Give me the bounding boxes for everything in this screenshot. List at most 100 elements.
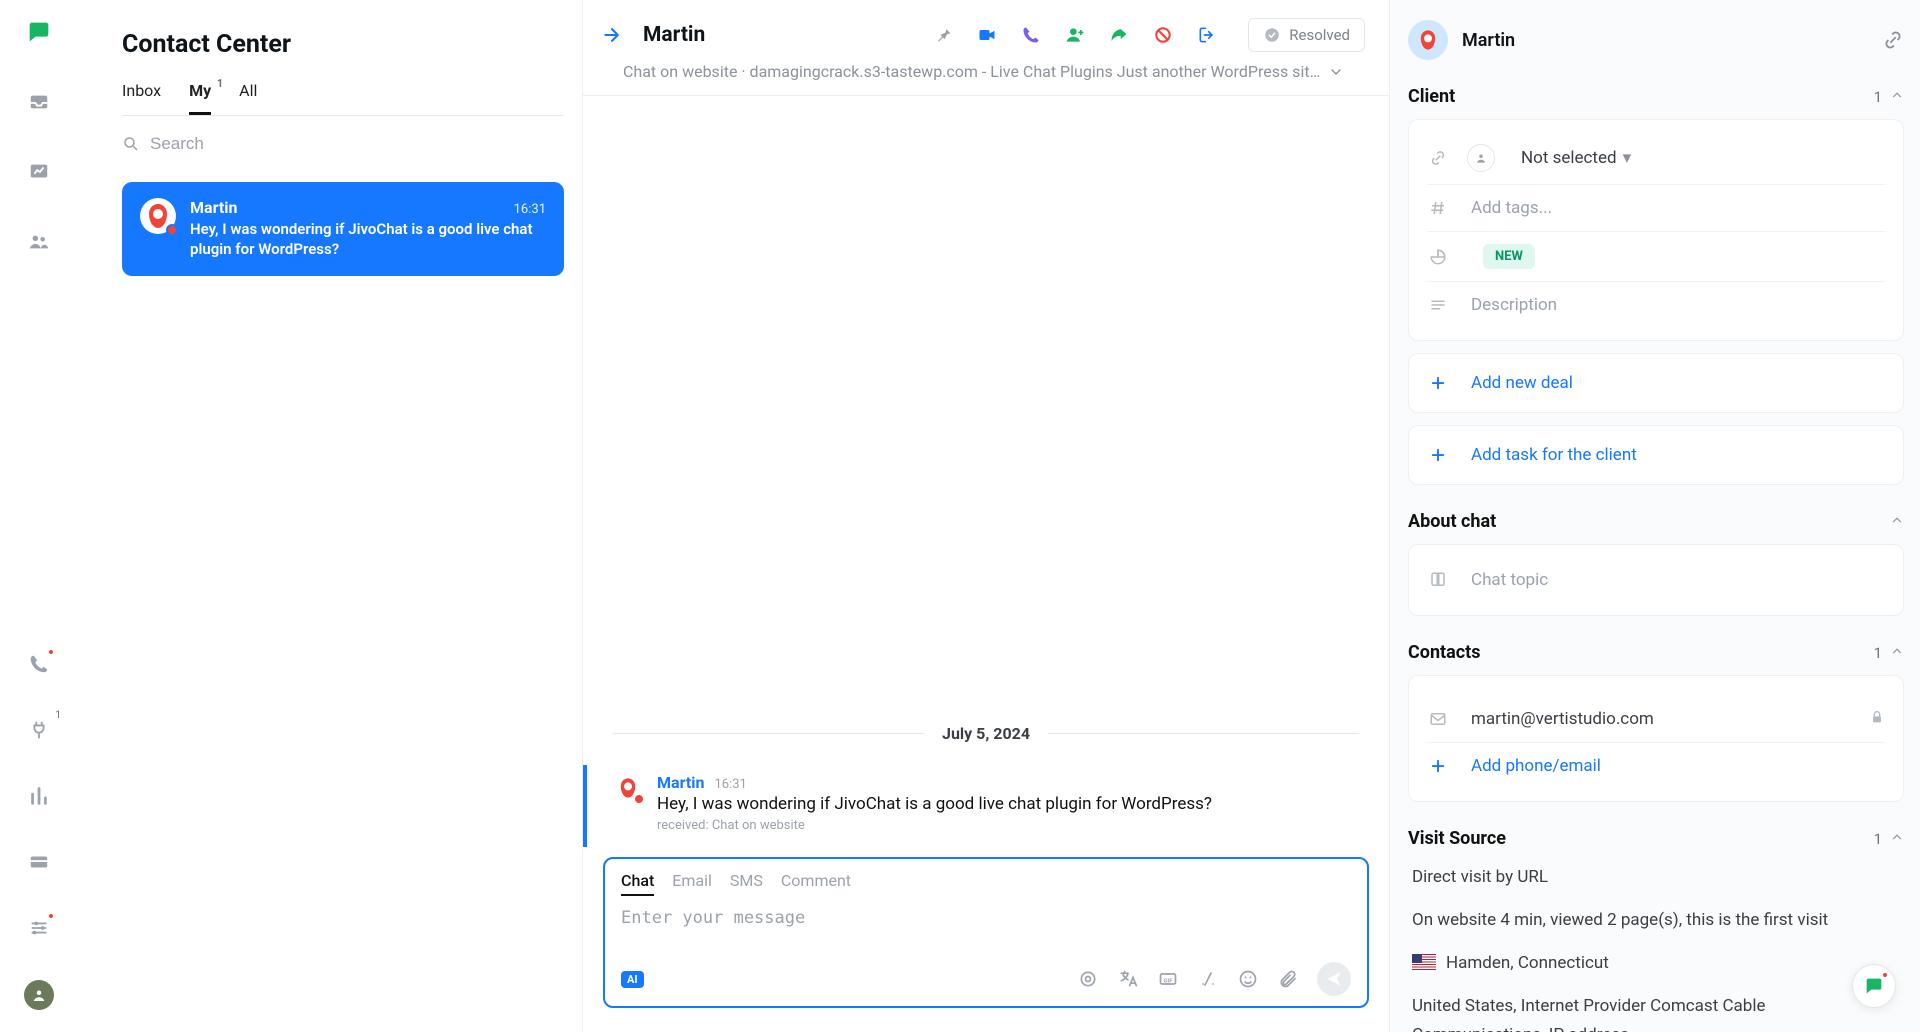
plus-icon (1427, 755, 1449, 777)
avatar (140, 198, 176, 234)
visit-direct: Direct visit by URL (1412, 863, 1900, 892)
ban-icon[interactable] (1152, 24, 1174, 46)
copy-link-icon[interactable] (1882, 29, 1904, 51)
info-panel: Martin Client 1 Not selected▾ Add tags..… (1390, 0, 1920, 1032)
section-title: About chat (1408, 511, 1882, 532)
section-title: Visit Source (1408, 828, 1866, 849)
plus-icon (1427, 444, 1449, 466)
conv-time: 16:31 (514, 202, 546, 217)
chat-source-dropdown[interactable]: Chat on website · damagingcrack.s3-taste… (583, 62, 1389, 96)
chevron-up-icon (1890, 644, 1904, 658)
book-icon (1427, 569, 1449, 591)
back-button[interactable] (597, 20, 627, 50)
add-contact-label: Add phone/email (1471, 756, 1601, 776)
rail-people-icon[interactable] (25, 228, 53, 256)
flag-us-icon (1412, 954, 1436, 970)
quick-reply-icon[interactable] (1197, 968, 1219, 990)
composer: Chat Email SMS Comment AI (603, 857, 1369, 1008)
message-text: Hey, I was wondering if JivoChat is a go… (657, 794, 1212, 814)
section-visit: Visit Source 1 Direct visit by URL On we… (1408, 828, 1904, 1032)
search-box[interactable] (122, 134, 564, 154)
forward-icon[interactable] (1108, 24, 1130, 46)
send-button[interactable] (1317, 962, 1351, 996)
email-row[interactable]: martin@vertistudio.com (1427, 688, 1885, 742)
composer-tab-sms[interactable]: SMS (730, 871, 763, 896)
status-row[interactable]: NEW (1427, 231, 1885, 281)
mail-icon (1427, 708, 1449, 730)
info-header: Martin (1408, 20, 1904, 60)
rail-dashboard-icon[interactable] (25, 158, 53, 186)
add-task-label: Add task for the client (1471, 445, 1637, 465)
avatar (1408, 20, 1448, 60)
rail-integrations-icon[interactable]: 1 (25, 716, 53, 744)
video-call-icon[interactable] (976, 24, 998, 46)
contacts-card: martin@vertistudio.com Add phone/email (1408, 675, 1904, 802)
chat-panel: Martin Resolved Chat on website · damagi… (582, 0, 1390, 1032)
chat-header: Martin Resolved (583, 0, 1389, 62)
chat-widget-button[interactable] (1852, 964, 1896, 1008)
chat-topic-row[interactable]: Chat topic (1427, 557, 1885, 603)
avatar (613, 773, 643, 803)
chevron-down-icon (1328, 64, 1344, 80)
add-contact-button[interactable]: Add phone/email (1427, 742, 1885, 789)
conversation-item[interactable]: Martin 16:31 Hey, I was wondering if Jiv… (122, 182, 564, 276)
pin-icon[interactable] (932, 24, 954, 46)
message: Martin 16:31 Hey, I was wondering if Jiv… (583, 765, 1359, 847)
visit-details: Direct visit by URL On website 4 min, vi… (1408, 849, 1904, 1032)
add-task-button[interactable]: Add task for the client (1408, 425, 1904, 485)
tags-row[interactable]: Add tags... (1427, 184, 1885, 231)
composer-tab-email[interactable]: Email (672, 871, 712, 896)
lock-icon (1869, 709, 1885, 729)
rail-phone-icon[interactable] (25, 650, 53, 678)
leave-chat-icon[interactable] (1196, 24, 1218, 46)
cc-tabs: Inbox My 1 All (122, 81, 564, 116)
gif-icon[interactable] (1157, 968, 1179, 990)
ai-badge[interactable]: AI (621, 971, 644, 988)
composer-tab-chat[interactable]: Chat (621, 871, 654, 896)
date-separator: July 5, 2024 (613, 724, 1359, 743)
composer-tab-comment[interactable]: Comment (781, 871, 851, 896)
notification-dot (47, 648, 55, 656)
tab-inbox[interactable]: Inbox (122, 81, 161, 115)
visit-provider: United States, Internet Provider Comcast… (1412, 992, 1900, 1032)
search-input[interactable] (150, 134, 564, 154)
logo-icon[interactable] (25, 18, 53, 46)
section-toggle[interactable]: About chat (1408, 511, 1904, 532)
phone-call-icon[interactable] (1020, 24, 1042, 46)
description-placeholder: Description (1471, 295, 1557, 315)
tab-all[interactable]: All (239, 81, 257, 115)
add-user-icon[interactable] (1064, 24, 1086, 46)
profile-avatar[interactable] (24, 980, 54, 1010)
about-card: Chat topic (1408, 544, 1904, 616)
rail-billing-icon[interactable] (25, 848, 53, 876)
rail-badge: 1 (55, 710, 61, 721)
emoji-icon[interactable] (1237, 968, 1259, 990)
resolved-label: Resolved (1289, 26, 1350, 44)
description-row[interactable]: Description (1427, 281, 1885, 328)
presence-dot (166, 224, 178, 236)
section-toggle[interactable]: Client 1 (1408, 86, 1904, 107)
section-toggle[interactable]: Contacts 1 (1408, 642, 1904, 663)
section-title: Client (1408, 86, 1866, 107)
lines-icon (1427, 294, 1449, 316)
client-link-row[interactable]: Not selected▾ (1427, 132, 1885, 184)
check-icon (1263, 26, 1281, 44)
section-toggle[interactable]: Visit Source 1 (1408, 828, 1904, 849)
resolved-button[interactable]: Resolved (1248, 18, 1365, 52)
attach-icon[interactable] (1277, 968, 1299, 990)
chat-actions: Resolved (932, 18, 1365, 52)
add-deal-button[interactable]: Add new deal (1408, 353, 1904, 413)
tab-my[interactable]: My 1 (189, 81, 211, 115)
chevron-up-icon (1890, 88, 1904, 102)
message-input[interactable] (621, 908, 1351, 952)
conversation-list: Martin 16:31 Hey, I was wondering if Jiv… (122, 182, 564, 276)
target-icon[interactable] (1077, 968, 1099, 990)
tags-placeholder: Add tags... (1471, 198, 1552, 218)
client-card: Not selected▾ Add tags... NEW Descriptio… (1408, 119, 1904, 341)
message-author: Martin (657, 773, 704, 792)
translate-icon[interactable] (1117, 968, 1139, 990)
rail-settings-icon[interactable] (25, 914, 53, 942)
rail-stats-icon[interactable] (25, 782, 53, 810)
conv-name: Martin (190, 198, 237, 217)
rail-inbox-icon[interactable] (25, 88, 53, 116)
